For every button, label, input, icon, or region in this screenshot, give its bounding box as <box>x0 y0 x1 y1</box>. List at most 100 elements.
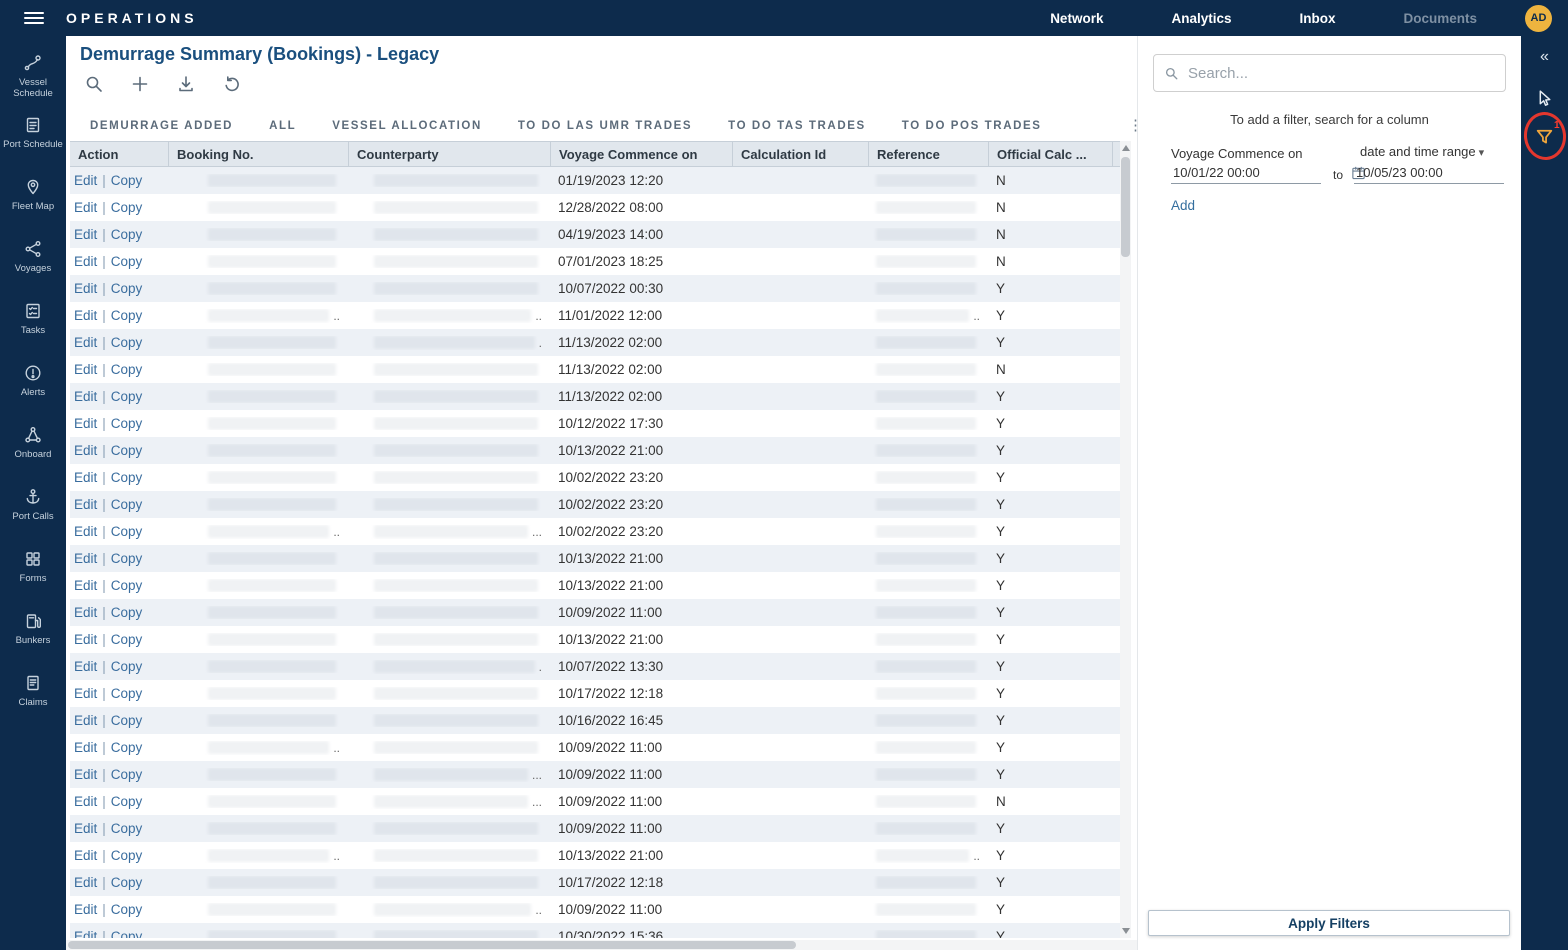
tab-to-do-las-umr-trades[interactable]: TO DO LAS UMR TRADES <box>518 120 692 132</box>
edit-link[interactable]: Edit <box>74 200 97 215</box>
scroll-up-icon[interactable] <box>1122 145 1130 151</box>
copy-link[interactable]: Copy <box>111 686 143 701</box>
download-icon[interactable] <box>176 74 196 94</box>
edit-link[interactable]: Edit <box>74 470 97 485</box>
filter-range-type-dropdown[interactable]: date and time range▾ <box>1360 144 1484 159</box>
copy-link[interactable]: Copy <box>111 740 143 755</box>
pointer-tool-icon[interactable] <box>1534 88 1555 109</box>
add-icon[interactable] <box>130 74 150 94</box>
edit-link[interactable]: Edit <box>74 605 97 620</box>
vertical-scrollbar[interactable] <box>1120 141 1131 938</box>
tab-vessel-allocation[interactable]: VESSEL ALLOCATION <box>332 120 482 132</box>
edit-link[interactable]: Edit <box>74 767 97 782</box>
sidebar-item-onboard[interactable]: Onboard <box>0 418 66 480</box>
copy-link[interactable]: Copy <box>111 767 143 782</box>
edit-link[interactable]: Edit <box>74 173 97 188</box>
edit-link[interactable]: Edit <box>74 254 97 269</box>
copy-link[interactable]: Copy <box>111 713 143 728</box>
sidebar-item-claims[interactable]: Claims <box>0 666 66 728</box>
tab-all[interactable]: ALL <box>269 120 296 132</box>
column-header-ref[interactable]: Reference <box>868 142 988 166</box>
edit-link[interactable]: Edit <box>74 497 97 512</box>
tab-to-do-tas-trades[interactable]: TO DO TAS TRADES <box>728 120 866 132</box>
column-header-booking[interactable]: Booking No. <box>168 142 348 166</box>
copy-link[interactable]: Copy <box>111 281 143 296</box>
avatar[interactable]: AD <box>1525 5 1552 32</box>
copy-link[interactable]: Copy <box>111 335 143 350</box>
column-header-calc[interactable]: Calculation Id <box>732 142 868 166</box>
edit-link[interactable]: Edit <box>74 362 97 377</box>
edit-link[interactable]: Edit <box>74 335 97 350</box>
apply-filters-button[interactable]: Apply Filters <box>1148 910 1510 936</box>
nav-network[interactable]: Network <box>1016 11 1137 26</box>
edit-link[interactable]: Edit <box>74 875 97 890</box>
sidebar-item-fleet-map[interactable]: Fleet Map <box>0 170 66 232</box>
scroll-down-icon[interactable] <box>1122 928 1130 934</box>
edit-link[interactable]: Edit <box>74 443 97 458</box>
vertical-scroll-thumb[interactable] <box>1121 157 1130 257</box>
edit-link[interactable]: Edit <box>74 929 97 938</box>
reset-icon[interactable] <box>222 74 242 94</box>
sidebar-item-forms[interactable]: Forms <box>0 542 66 604</box>
tab-overflow-icon[interactable]: ⋮ <box>1128 116 1137 134</box>
copy-link[interactable]: Copy <box>111 470 143 485</box>
copy-link[interactable]: Copy <box>111 875 143 890</box>
copy-link[interactable]: Copy <box>111 902 143 917</box>
tab-demurrage-added[interactable]: DEMURRAGE ADDED <box>90 120 233 132</box>
edit-link[interactable]: Edit <box>74 389 97 404</box>
copy-link[interactable]: Copy <box>111 551 143 566</box>
copy-link[interactable]: Copy <box>111 659 143 674</box>
copy-link[interactable]: Copy <box>111 362 143 377</box>
column-header-st[interactable]: St <box>1112 142 1120 166</box>
edit-link[interactable]: Edit <box>74 686 97 701</box>
add-filter-link[interactable]: Add <box>1171 198 1195 213</box>
copy-link[interactable]: Copy <box>111 929 143 938</box>
filter-funnel-icon[interactable] <box>1534 126 1555 147</box>
copy-link[interactable]: Copy <box>111 497 143 512</box>
filter-from-input[interactable] <box>1171 164 1351 181</box>
copy-link[interactable]: Copy <box>111 524 143 539</box>
tab-to-do-pos-trades[interactable]: TO DO POS TRADES <box>902 120 1042 132</box>
edit-link[interactable]: Edit <box>74 794 97 809</box>
edit-link[interactable]: Edit <box>74 227 97 242</box>
copy-link[interactable]: Copy <box>111 308 143 323</box>
edit-link[interactable]: Edit <box>74 740 97 755</box>
edit-link[interactable]: Edit <box>74 551 97 566</box>
copy-link[interactable]: Copy <box>111 794 143 809</box>
sidebar-item-bunkers[interactable]: Bunkers <box>0 604 66 666</box>
column-header-date[interactable]: Voyage Commence on <box>550 142 732 166</box>
collapse-panel-icon[interactable]: « <box>1521 48 1568 66</box>
edit-link[interactable]: Edit <box>74 902 97 917</box>
copy-link[interactable]: Copy <box>111 821 143 836</box>
copy-link[interactable]: Copy <box>111 443 143 458</box>
edit-link[interactable]: Edit <box>74 578 97 593</box>
nav-analytics[interactable]: Analytics <box>1137 11 1265 26</box>
copy-link[interactable]: Copy <box>111 227 143 242</box>
sidebar-item-alerts[interactable]: Alerts <box>0 356 66 418</box>
edit-link[interactable]: Edit <box>74 281 97 296</box>
sidebar-item-tasks[interactable]: Tasks <box>0 294 66 356</box>
copy-link[interactable]: Copy <box>111 200 143 215</box>
column-header-cp[interactable]: Counterparty <box>348 142 550 166</box>
column-header-official[interactable]: Official Calc ... <box>988 142 1112 166</box>
edit-link[interactable]: Edit <box>74 416 97 431</box>
copy-link[interactable]: Copy <box>111 416 143 431</box>
copy-link[interactable]: Copy <box>111 389 143 404</box>
sidebar-item-port-schedule[interactable]: Port Schedule <box>0 108 66 170</box>
edit-link[interactable]: Edit <box>74 848 97 863</box>
copy-link[interactable]: Copy <box>111 578 143 593</box>
column-header-action[interactable]: Action <box>70 142 168 166</box>
edit-link[interactable]: Edit <box>74 659 97 674</box>
copy-link[interactable]: Copy <box>111 848 143 863</box>
copy-link[interactable]: Copy <box>111 605 143 620</box>
nav-inbox[interactable]: Inbox <box>1265 11 1369 26</box>
filter-search-input[interactable] <box>1186 64 1495 83</box>
menu-icon[interactable] <box>24 9 44 27</box>
edit-link[interactable]: Edit <box>74 632 97 647</box>
edit-link[interactable]: Edit <box>74 308 97 323</box>
copy-link[interactable]: Copy <box>111 632 143 647</box>
search-icon[interactable] <box>84 74 104 94</box>
sidebar-item-vessel-schedule[interactable]: Vessel Schedule <box>0 46 66 108</box>
sidebar-item-voyages[interactable]: Voyages <box>0 232 66 294</box>
edit-link[interactable]: Edit <box>74 524 97 539</box>
